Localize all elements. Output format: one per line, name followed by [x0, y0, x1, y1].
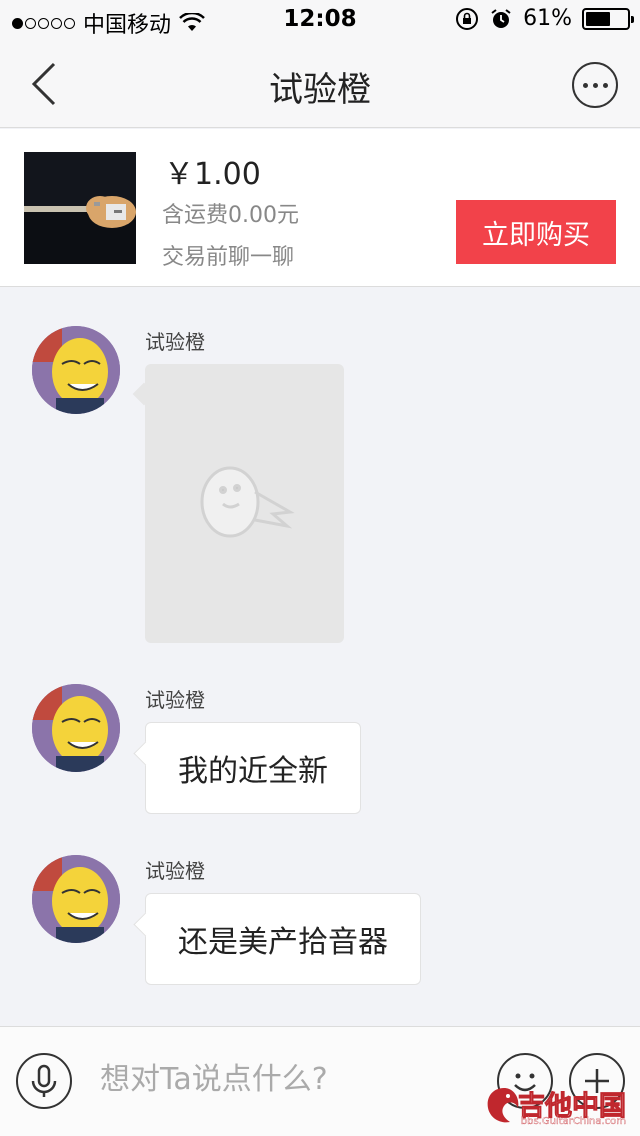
nav-bar: 试验橙	[0, 40, 640, 128]
sender-name: 试验橙	[145, 859, 205, 883]
voice-input-button[interactable]	[16, 1053, 72, 1109]
guitar-image	[24, 152, 136, 264]
avatar-image	[32, 326, 120, 414]
alarm-icon	[491, 8, 511, 28]
input-bar: 吉他中国 bbs.GuitarChina.com	[0, 1026, 640, 1136]
avatar[interactable]	[32, 855, 120, 943]
shipping-fee: 含运费0.00元	[162, 203, 299, 228]
watermark-url: bbs.GuitarChina.com	[520, 1116, 627, 1127]
message-text: 我的近全新	[178, 754, 328, 789]
battery-percent: 61%	[523, 6, 572, 31]
avatar[interactable]	[32, 684, 120, 772]
chat-hint: 交易前聊一聊	[162, 245, 295, 270]
more-options-icon[interactable]	[572, 62, 618, 108]
microphone-icon	[31, 1064, 57, 1097]
image-placeholder-icon	[200, 466, 295, 538]
page-title: 试验橙	[269, 70, 371, 110]
status-right: 61%	[455, 6, 634, 31]
buy-now-button[interactable]: 立即购买	[456, 200, 616, 264]
sender-name: 试验橙	[145, 330, 205, 354]
message-input[interactable]	[100, 1049, 480, 1109]
image-message[interactable]	[145, 364, 344, 643]
battery-icon	[582, 7, 634, 30]
battery-fill	[586, 11, 611, 26]
avatar[interactable]	[32, 326, 120, 414]
text-message[interactable]: 还是美产拾音器	[145, 893, 421, 985]
avatar-image	[32, 855, 120, 943]
sender-name: 试验橙	[145, 688, 205, 712]
orientation-lock-icon	[456, 7, 479, 30]
status-bar: 中国移动 12:08 61%	[0, 0, 640, 40]
product-thumbnail[interactable]	[24, 152, 136, 264]
text-message[interactable]: 我的近全新	[145, 722, 361, 814]
watermark: 吉他中国 bbs.GuitarChina.com	[482, 1084, 632, 1130]
message-text: 还是美产拾音器	[178, 925, 388, 960]
product-price: ￥1.00	[164, 157, 261, 192]
product-bar: ￥1.00 含运费0.00元 交易前聊一聊 立即购买	[0, 129, 640, 287]
avatar-image	[32, 684, 120, 772]
